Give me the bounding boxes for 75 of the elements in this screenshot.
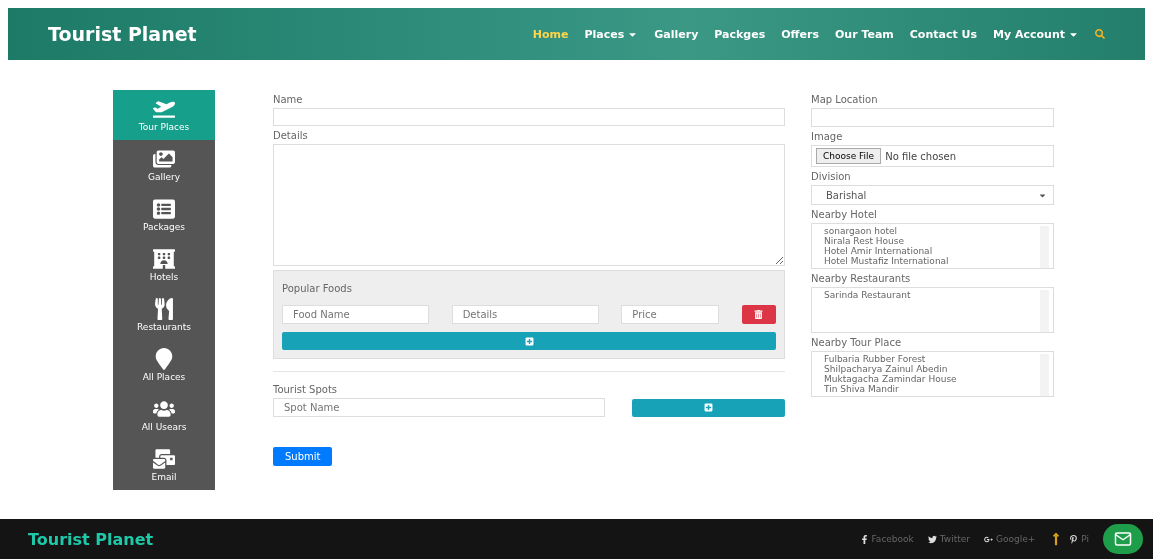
- brand-logo[interactable]: Tourist Planet: [48, 23, 533, 45]
- mail-button[interactable]: [1103, 524, 1143, 554]
- sidebar-item[interactable]: All Places: [113, 340, 215, 390]
- nav-link[interactable]: Places: [584, 27, 639, 41]
- details-field[interactable]: [273, 144, 785, 266]
- list-option[interactable]: Hotel Mustafiz International: [824, 256, 1040, 266]
- google-plus-icon: [984, 534, 993, 544]
- social-link[interactable]: Twitter: [927, 534, 970, 544]
- footer-brand: Tourist Planet: [28, 529, 155, 549]
- nav-link[interactable]: Offers: [781, 27, 819, 41]
- field-label: Name: [273, 94, 304, 105]
- sidebar-item[interactable]: Tour Places: [113, 90, 215, 140]
- hotel-icon: [153, 248, 175, 270]
- list-option[interactable]: Hotel Amir International: [824, 246, 1040, 256]
- list-option[interactable]: Fulbaria Rubber Forest: [824, 354, 1040, 364]
- division-select[interactable]: Barishal: [811, 185, 1054, 205]
- nav-link[interactable]: My Account: [993, 27, 1079, 41]
- nav-link[interactable]: Gallery: [654, 27, 699, 41]
- list-option[interactable]: Nirala Rest House: [824, 236, 1040, 246]
- users-icon: [153, 398, 175, 420]
- list-option[interactable]: sonargaon hotel: [824, 226, 1040, 236]
- field-label: Map Location: [811, 94, 879, 105]
- plane-icon: [153, 98, 175, 120]
- sidebar-item[interactable]: All Usears: [113, 390, 215, 440]
- facebook-icon: [859, 534, 869, 544]
- submit-button[interactable]: Submit: [273, 447, 333, 466]
- twitter-icon: [927, 534, 937, 544]
- sidebar-item[interactable]: Gallery: [113, 140, 215, 190]
- plus-icon: [524, 336, 534, 346]
- trash-icon: [754, 310, 764, 319]
- social-link[interactable]: Facebook: [859, 534, 914, 544]
- multi-select-list[interactable]: sonargaon hotel Nirala Rest House Hotel Amir International Hotel Mustafiz International: [811, 223, 1054, 269]
- select-value: Barishal: [826, 189, 867, 201]
- field-label: Division: [811, 171, 852, 182]
- panel-title: Popular Foods: [282, 283, 353, 294]
- social-link[interactable]: Pi: [1069, 534, 1089, 544]
- nav-link[interactable]: Contact Us: [909, 27, 977, 41]
- list-icon: [153, 198, 175, 220]
- field-label: Nearby Tour Place: [811, 337, 903, 348]
- utensils-icon: [153, 298, 175, 320]
- field-label: Image: [811, 131, 844, 142]
- mail-icon: [153, 448, 175, 470]
- field-label: Nearby Hotel: [811, 209, 878, 220]
- input-field[interactable]: Food Name: [282, 305, 429, 324]
- multi-select-list[interactable]: Fulbaria Rubber Forest Shilpacharya Zainul Abedin Muktagacha Zamindar House Tin Shiva Mandir: [811, 351, 1054, 397]
- field-label: Tourist Spots: [273, 384, 338, 395]
- sidebar-item[interactable]: Packages: [113, 190, 215, 240]
- sidebar-item[interactable]: Restaurants: [113, 290, 215, 340]
- choose-file-button[interactable]: Choose File: [816, 148, 882, 164]
- images-icon: [153, 148, 175, 170]
- list-option[interactable]: Sarinda Restaurant: [824, 290, 1040, 300]
- field-label: Nearby Restaurants: [811, 273, 912, 284]
- sidebar-item[interactable]: Email: [113, 440, 215, 490]
- plus-icon: [704, 403, 713, 412]
- sidebar-item[interactable]: Hotels: [113, 240, 215, 290]
- list-option[interactable]: Tin Shiva Mandir: [824, 384, 1040, 394]
- multi-select-list[interactable]: Sarinda Restaurant: [811, 287, 1054, 333]
- add-button[interactable]: [632, 398, 785, 417]
- delete-button[interactable]: [741, 305, 776, 324]
- list-option[interactable]: Shilpacharya Zainul Abedin: [824, 364, 1040, 374]
- pinterest-icon: [1069, 534, 1079, 544]
- nav-link[interactable]: Our Team: [834, 27, 894, 41]
- input-field[interactable]: Details: [451, 305, 599, 324]
- nav-link[interactable]: Packges: [714, 27, 766, 41]
- spot-name-field[interactable]: Spot Name: [273, 398, 605, 417]
- map-marker-icon: [153, 348, 175, 370]
- social-link[interactable]: Google+: [984, 534, 1036, 544]
- file-status: No file chosen: [885, 150, 956, 162]
- list-option[interactable]: Muktagacha Zamindar House: [824, 374, 1040, 384]
- mail-icon: [1114, 530, 1132, 548]
- map-location-field[interactable]: [811, 108, 1054, 127]
- name-field[interactable]: [273, 108, 785, 126]
- search-icon[interactable]: [1095, 29, 1105, 39]
- input-field[interactable]: Price: [621, 305, 720, 324]
- field-label: Details: [273, 130, 309, 141]
